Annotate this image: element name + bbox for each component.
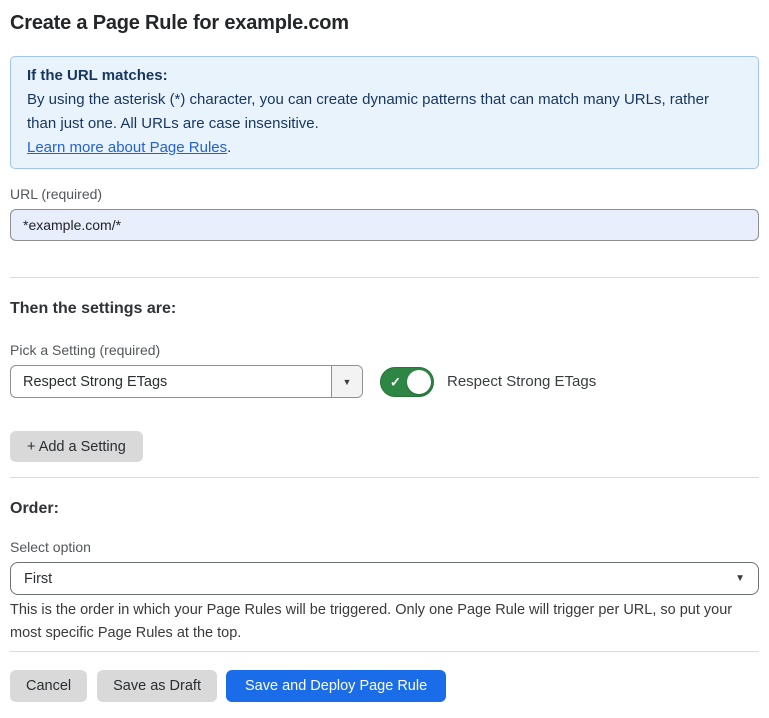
etags-toggle[interactable]: ✓: [380, 367, 434, 397]
add-setting-button[interactable]: + Add a Setting: [10, 431, 143, 462]
toggle-label: Respect Strong ETags: [447, 373, 596, 390]
check-icon: ✓: [390, 375, 401, 388]
setting-row: Respect Strong ETags ▼ ✓ Respect Strong …: [10, 365, 759, 398]
save-and-deploy-button[interactable]: Save and Deploy Page Rule: [226, 670, 446, 702]
setting-select-arrow-button[interactable]: ▼: [331, 366, 362, 397]
section-divider: [10, 277, 759, 278]
chevron-down-icon: ▼: [343, 377, 352, 387]
chevron-down-icon: ▼: [735, 573, 745, 584]
save-as-draft-button[interactable]: Save as Draft: [97, 670, 217, 702]
order-select[interactable]: First ▼: [10, 562, 759, 595]
cancel-button[interactable]: Cancel: [10, 670, 87, 702]
setting-select-value: Respect Strong ETags: [11, 366, 331, 397]
footer-divider: [10, 651, 759, 652]
setting-select[interactable]: Respect Strong ETags ▼: [10, 365, 363, 398]
url-field-label: URL (required): [10, 186, 759, 202]
link-suffix-period: .: [227, 139, 231, 156]
info-banner-body: By using the asterisk (*) character, you…: [27, 88, 742, 136]
toggle-knob: [407, 370, 431, 394]
section-divider: [10, 477, 759, 478]
order-select-label: Select option: [10, 539, 759, 555]
footer-actions: Cancel Save as Draft Save and Deploy Pag…: [10, 670, 759, 702]
url-input[interactable]: [10, 209, 759, 241]
info-banner-heading: If the URL matches:: [27, 64, 742, 88]
url-match-info-banner: If the URL matches: By using the asteris…: [10, 56, 759, 169]
order-select-value: First: [24, 571, 52, 587]
pick-setting-label: Pick a Setting (required): [10, 342, 759, 358]
settings-section-heading: Then the settings are:: [10, 299, 759, 318]
learn-more-link[interactable]: Learn more about Page Rules: [27, 139, 227, 156]
page-title: Create a Page Rule for example.com: [10, 12, 759, 35]
info-banner-link-line: Learn more about Page Rules.: [27, 136, 742, 160]
create-page-rule-form: Create a Page Rule for example.com If th…: [0, 0, 769, 702]
order-section-heading: Order:: [10, 499, 759, 518]
order-helper-text: This is the order in which your Page Rul…: [10, 599, 755, 645]
